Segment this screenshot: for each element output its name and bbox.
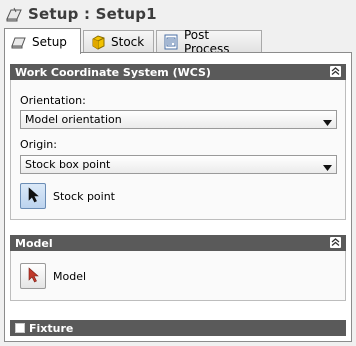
origin-label: Origin: [20, 138, 57, 151]
model-label: Model [53, 270, 87, 283]
page-title: Setup : Setup1 [28, 5, 157, 23]
fixture-section-header[interactable]: Fixture [10, 320, 346, 336]
tab-post-process[interactable]: Post Process [156, 28, 262, 56]
checkbox-icon[interactable] [15, 323, 25, 333]
chevron-down-icon [323, 116, 332, 126]
orientation-label: Orientation: [20, 94, 86, 107]
orientation-dropdown[interactable]: Model orientation [20, 110, 337, 129]
section-title: Fixture [29, 321, 74, 335]
setup-icon [11, 34, 27, 50]
section-title: Work Coordinate System (WCS) [15, 65, 211, 79]
model-section-header[interactable]: Model [10, 235, 346, 251]
chevron-down-icon [323, 161, 332, 171]
tab-stock[interactable]: Stock [83, 30, 154, 52]
cursor-arrow-icon [26, 266, 40, 286]
stock-point-label: Stock point [53, 190, 115, 203]
collapse-icon[interactable] [330, 66, 341, 77]
setup-icon [6, 6, 24, 22]
origin-dropdown[interactable]: Stock box point [20, 155, 337, 174]
stock-cube-icon [90, 34, 106, 50]
section-title: Model [15, 236, 53, 250]
post-process-icon [163, 34, 179, 50]
title-bar: Setup : Setup1 [0, 0, 356, 28]
cursor-arrow-icon [26, 186, 40, 206]
tab-bar: Setup Stock Post Process [4, 28, 352, 56]
tab-label: Stock [111, 34, 145, 49]
orientation-value: Model orientation [25, 113, 122, 126]
collapse-icon[interactable] [330, 237, 341, 248]
tab-setup[interactable]: Setup [4, 28, 81, 54]
tab-label: Setup [32, 34, 67, 49]
wcs-section-header[interactable]: Work Coordinate System (WCS) [10, 64, 346, 80]
stock-point-button[interactable] [20, 183, 46, 209]
model-select-button[interactable] [20, 263, 46, 289]
origin-value: Stock box point [25, 158, 111, 171]
